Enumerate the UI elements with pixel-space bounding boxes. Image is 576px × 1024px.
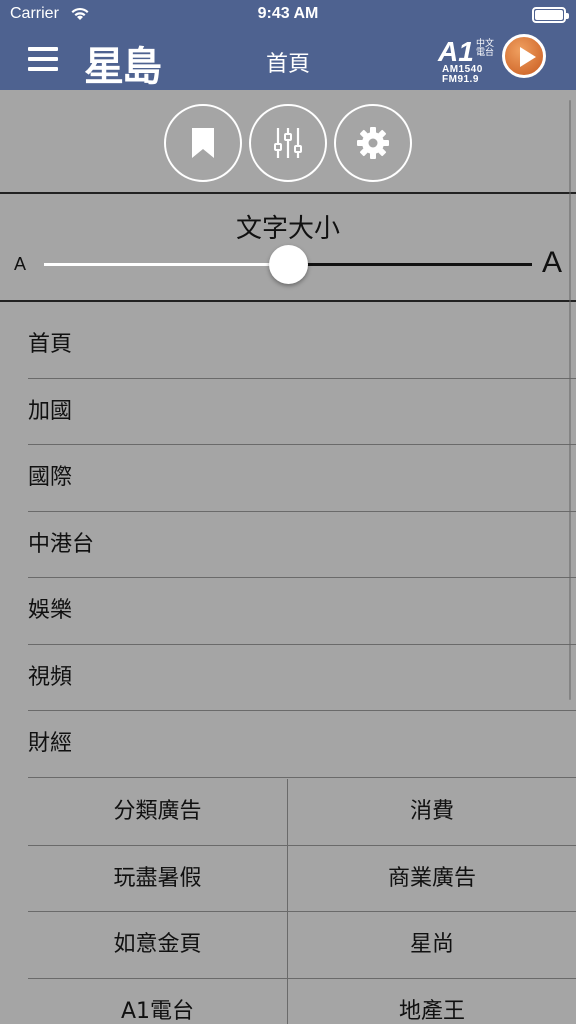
status-bar: Carrier 9:43 AM <box>0 0 576 30</box>
battery-icon <box>532 7 569 23</box>
grid-row: 玩盡暑假 商業廣告 <box>28 845 576 912</box>
gear-icon <box>357 127 389 159</box>
radio-logo[interactable]: A1 中文電台 AM1540 FM91.9 <box>438 36 498 85</box>
font-size-small-label: A <box>14 254 27 274</box>
clock: 9:43 AM <box>257 5 319 22</box>
section-menu: 首頁 加國 國際 中港台 娛樂 視頻 財經 <box>28 312 576 778</box>
grid-row: 分類廣告 消費 <box>28 779 576 846</box>
grid-row: A1電台 地產王 <box>28 978 576 1024</box>
grid-item-yellow-pages[interactable]: 如意金頁 <box>28 912 288 978</box>
menu-item-canada[interactable]: 加國 <box>28 379 576 445</box>
font-size-large-label: A <box>542 246 563 279</box>
bookmark-icon <box>192 128 214 158</box>
font-size-slider-thumb[interactable] <box>268 245 308 284</box>
menu-item-china-hk-taiwan[interactable]: 中港台 <box>28 512 576 578</box>
grid-item-real-estate[interactable]: 地產王 <box>288 979 576 1024</box>
grid-row: 如意金頁 星尚 <box>28 912 576 979</box>
menu-item-video[interactable]: 視頻 <box>28 645 576 711</box>
toolbar <box>0 90 576 194</box>
grid-item-fashion[interactable]: 星尚 <box>288 912 576 978</box>
scroll-indicator <box>569 100 571 700</box>
grid-item-consumer[interactable]: 消費 <box>288 779 576 845</box>
grid-item-classifieds[interactable]: 分類廣告 <box>28 779 288 845</box>
radio-fm-frequency: FM91.9 <box>442 74 479 85</box>
font-size-title: 文字大小 <box>235 214 340 244</box>
font-size-section: 文字大小 A A <box>0 196 576 302</box>
font-size-slider-track[interactable] <box>288 263 532 266</box>
equalizer-icon <box>274 128 302 158</box>
play-radio-button[interactable] <box>502 34 546 78</box>
bookmark-button[interactable] <box>164 104 242 182</box>
grid-item-a1-radio[interactable]: A1電台 <box>28 978 288 1024</box>
grid-item-business-ads[interactable]: 商業廣告 <box>288 846 576 912</box>
extra-links-grid: 分類廣告 消費 玩盡暑假 商業廣告 如意金頁 星尚 A1電台 地產王 <box>28 779 576 1024</box>
play-icon <box>520 47 536 67</box>
grid-item-summer[interactable]: 玩盡暑假 <box>28 845 288 911</box>
nav-bar: 星島 首頁 A1 中文電台 AM1540 FM91.9 <box>0 30 576 90</box>
font-size-slider-track-filled[interactable] <box>44 263 288 266</box>
equalizer-button[interactable] <box>249 104 327 182</box>
menu-item-entertainment[interactable]: 娛樂 <box>28 578 576 645</box>
menu-item-home[interactable]: 首頁 <box>28 312 576 379</box>
settings-button[interactable] <box>334 104 412 182</box>
menu-item-international[interactable]: 國際 <box>28 445 576 512</box>
menu-item-finance[interactable]: 財經 <box>28 711 576 778</box>
radio-chinese-label: 中文電台 <box>476 39 495 58</box>
